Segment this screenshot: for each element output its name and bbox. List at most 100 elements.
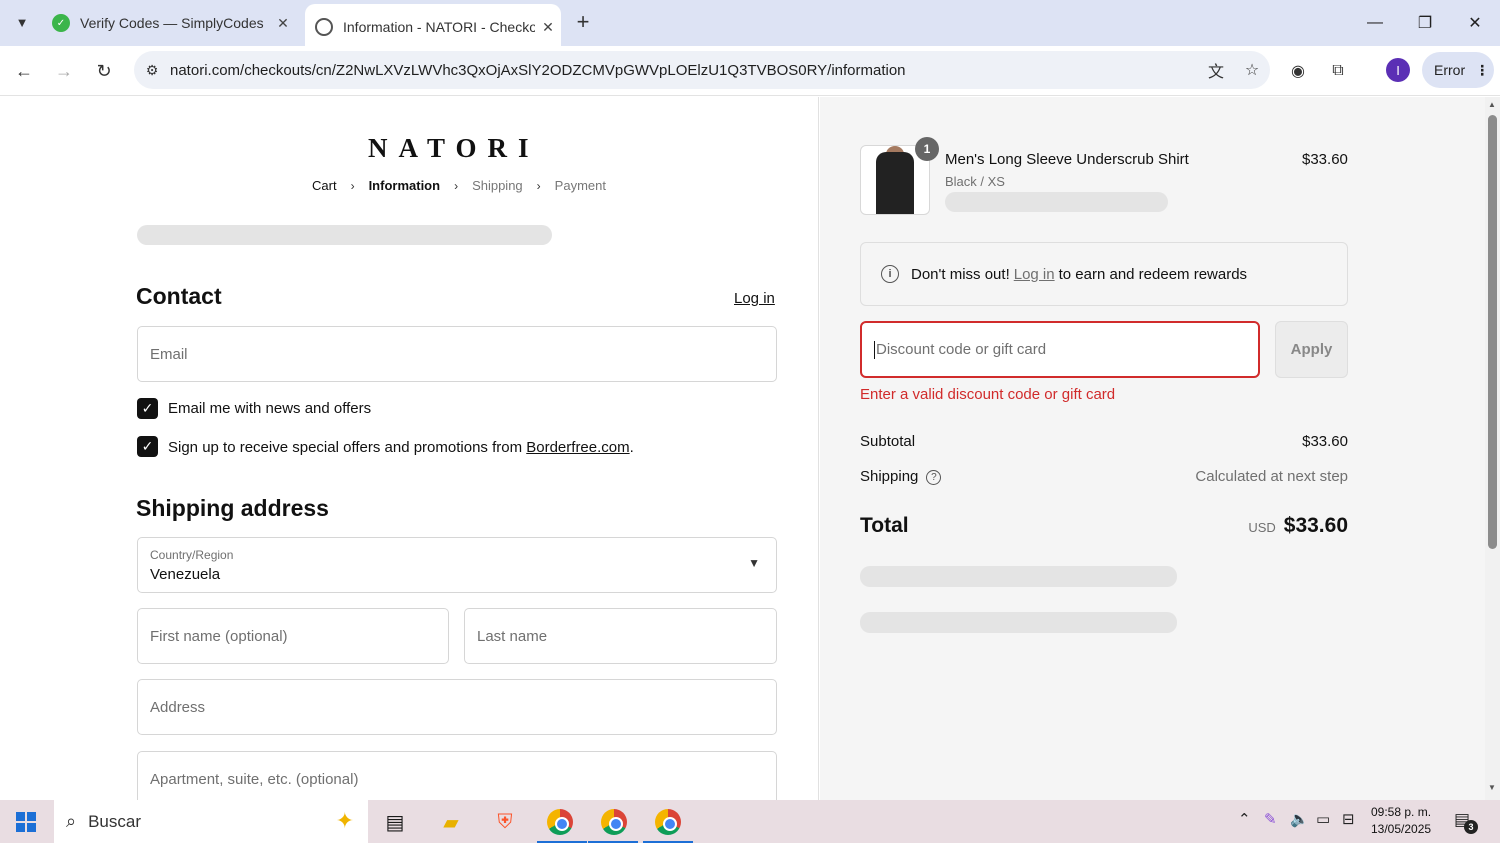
total-value: $33.60 <box>1283 514 1348 537</box>
loading-skeleton <box>860 566 1177 587</box>
quantity-badge: 1 <box>915 137 939 161</box>
rewards-suffix: to earn and redeem rewards <box>1058 265 1248 283</box>
borderfree-link[interactable]: Borderfree.com <box>526 439 629 456</box>
close-window-icon[interactable]: ✕ <box>1450 0 1500 46</box>
borderfree-checkbox-label: Sign up to receive special offers and pr… <box>168 439 634 456</box>
profile-avatar[interactable]: I <box>1386 58 1410 82</box>
shipping-value: Calculated at next step <box>1195 468 1348 485</box>
pen-icon[interactable]: ✎ <box>1264 810 1277 828</box>
subtotal-value: $33.60 <box>1302 433 1348 450</box>
subtotal-row: Subtotal $33.60 <box>860 433 1348 450</box>
breadcrumb-information: Information <box>368 178 441 193</box>
breadcrumb-cart[interactable]: Cart <box>312 178 337 193</box>
loading-skeleton <box>860 612 1177 633</box>
info-icon: i <box>881 265 899 283</box>
globe-favicon-icon <box>315 18 333 36</box>
total-row: Total USD $33.60 <box>860 514 1348 538</box>
new-tab-plus-icon[interactable]: + <box>570 8 596 36</box>
loading-skeleton <box>137 225 552 245</box>
tab-title: Information - NATORI - Checko <box>343 19 535 35</box>
scrollbar-thumb[interactable] <box>1488 115 1497 549</box>
order-summary: 1 Men's Long Sleeve Underscrub Shirt Bla… <box>820 97 1485 800</box>
tab-simplycodes[interactable]: ✓ Verify Codes — SimplyCodes ✕ <box>44 0 296 46</box>
tray-chevron-up-icon[interactable]: ⌃ <box>1238 810 1251 828</box>
total-label: Total <box>860 514 909 537</box>
natori-logo[interactable]: NATORI <box>368 133 540 164</box>
rewards-prefix: Don't miss out! <box>911 265 1010 283</box>
bookmark-star-icon[interactable]: ☆ <box>1234 60 1270 80</box>
reload-icon[interactable]: ↻ <box>88 55 120 87</box>
tab-search-chevron-icon[interactable]: ▼ <box>6 6 38 38</box>
rewards-banner: i Don't miss out! Log in to earn and red… <box>860 242 1348 306</box>
error-menu-button[interactable]: Error ⋮ <box>1422 52 1494 88</box>
extensions-puzzle-icon[interactable]: ⧉ <box>1324 57 1352 85</box>
product-name: Men's Long Sleeve Underscrub Shirt <box>945 151 1189 168</box>
chevron-right-icon: › <box>454 178 459 193</box>
apply-button[interactable]: Apply <box>1275 321 1348 378</box>
news-checkbox[interactable]: ✓ <box>137 398 158 419</box>
email-field[interactable]: Email <box>137 326 777 382</box>
forward-arrow-icon[interactable]: → <box>48 55 80 87</box>
borderfree-checkbox[interactable]: ✓ <box>137 436 158 457</box>
news-checkbox-label: Email me with news and offers <box>168 400 372 417</box>
back-arrow-icon[interactable]: ← <box>8 55 40 87</box>
minimize-icon[interactable]: — <box>1350 0 1400 46</box>
chrome-profile-1-icon[interactable] <box>543 806 577 838</box>
apartment-field[interactable]: Apartment, suite, etc. (optional) <box>137 751 777 800</box>
shipping-row: Shipping? Calculated at next step <box>860 468 1348 485</box>
file-explorer-icon[interactable]: ▰ <box>434 806 468 838</box>
address-field[interactable]: Address <box>137 679 777 735</box>
currency-code: USD <box>1248 520 1276 535</box>
scroll-up-arrow-icon[interactable]: ▲ <box>1488 100 1496 109</box>
chrome-profile-2-icon[interactable] <box>597 806 631 838</box>
tab-close-icon[interactable]: ✕ <box>270 15 296 32</box>
chevron-right-icon: › <box>536 178 541 193</box>
clock-time: 09:58 p. m. <box>1371 805 1432 819</box>
country-label: Country/Region <box>150 548 234 562</box>
browser-toolbar: ← → ↻ ⚙ natori.com/checkouts/cn/Z2NwLXVz… <box>0 46 1500 96</box>
clock-date: 13/05/2025 <box>1371 822 1432 836</box>
notification-icon[interactable]: ▤ 3 <box>1454 810 1478 834</box>
translate-icon[interactable]: 文 <box>1198 58 1234 82</box>
discount-code-input[interactable]: Discount code or gift card <box>860 321 1260 378</box>
tab-natori-checkout[interactable]: Information - NATORI - Checko ✕ <box>305 4 561 50</box>
brave-icon[interactable]: ⛨ <box>488 806 522 838</box>
breadcrumb-payment: Payment <box>554 178 606 193</box>
apartment-placeholder: Apartment, suite, etc. (optional) <box>150 770 359 788</box>
windows-start-icon[interactable] <box>16 812 36 832</box>
help-question-icon[interactable]: ? <box>926 470 942 485</box>
tab-title: Verify Codes — SimplyCodes <box>80 15 264 31</box>
rewards-login-link[interactable]: Log in <box>1014 266 1055 283</box>
shipping-label: Shipping <box>860 468 919 485</box>
url-text[interactable]: natori.com/checkouts/cn/Z2NwLXVzLWVhc3Qx… <box>170 62 1198 79</box>
shipping-address-heading: Shipping address <box>136 495 329 521</box>
country-select[interactable]: Country/Region Venezuela ▼ <box>137 537 777 593</box>
network-icon[interactable]: ⊟ <box>1342 810 1355 828</box>
first-name-placeholder: First name (optional) <box>150 627 288 645</box>
last-name-placeholder: Last name <box>477 627 548 645</box>
checkout-page: NATORI Cart › Information › Shipping › P… <box>0 97 1500 800</box>
discount-placeholder: Discount code or gift card <box>876 341 1047 358</box>
windows-taskbar: ⌕ Buscar ✦ ▤ ▰ ⛨ ⌃ ✎ 🔈 ▭ ⊟ 09:58 p. m. 1… <box>0 800 1500 843</box>
email-placeholder: Email <box>150 345 188 363</box>
extension-shield-icon[interactable]: ◉ <box>1284 57 1312 85</box>
product-price: $33.60 <box>1302 151 1348 168</box>
browser-tab-bar: ▼ ✓ Verify Codes — SimplyCodes ✕ Informa… <box>0 0 1500 50</box>
address-bar[interactable]: ⚙ natori.com/checkouts/cn/Z2NwLXVzLWVhc3… <box>134 51 1270 89</box>
volume-icon[interactable]: 🔈 <box>1290 810 1309 828</box>
battery-icon[interactable]: ▭ <box>1316 810 1330 828</box>
restore-icon[interactable]: ❐ <box>1400 0 1450 46</box>
taskbar-search[interactable]: ⌕ Buscar ✦ <box>54 800 368 843</box>
task-view-icon[interactable]: ▤ <box>378 806 412 838</box>
scroll-down-arrow-icon[interactable]: ▼ <box>1488 783 1496 792</box>
checkout-main: NATORI Cart › Information › Shipping › P… <box>0 97 819 800</box>
site-info-icon[interactable]: ⚙ <box>134 62 170 79</box>
last-name-field[interactable]: Last name <box>464 608 777 664</box>
first-name-field[interactable]: First name (optional) <box>137 608 449 664</box>
chrome-profile-3-icon[interactable] <box>651 806 685 838</box>
taskbar-clock[interactable]: 09:58 p. m. 13/05/2025 <box>1371 804 1431 838</box>
loading-skeleton <box>945 192 1168 212</box>
login-link[interactable]: Log in <box>734 290 775 307</box>
page-scrollbar[interactable]: ▲ ▼ <box>1485 97 1500 800</box>
tab-close-icon[interactable]: ✕ <box>535 19 561 36</box>
